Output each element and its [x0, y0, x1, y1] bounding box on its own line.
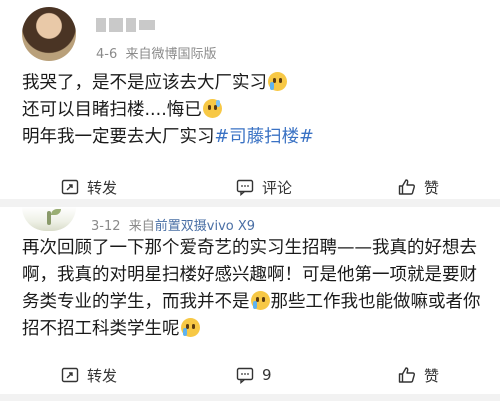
crying-face-emoji	[268, 72, 287, 91]
repost-label: 转发	[87, 366, 118, 385]
like-button[interactable]: 赞	[398, 360, 439, 390]
post-actions: 转发 9 赞	[0, 360, 500, 390]
crying-face-emoji	[250, 291, 270, 310]
content-line: 还可以目睹扫楼....悔已	[22, 97, 492, 124]
comment-icon	[236, 179, 254, 196]
post-source-prefix: 来自	[128, 219, 155, 234]
username-blurred[interactable]	[96, 14, 176, 32]
grinning-sweat-emoji	[202, 99, 222, 118]
repost-icon	[61, 179, 79, 195]
like-label: 赞	[424, 178, 440, 197]
repost-button[interactable]: 转发	[61, 360, 117, 390]
comment-icon	[236, 367, 254, 384]
post-date: 4-6	[96, 47, 118, 62]
repost-label: 转发	[87, 178, 118, 197]
weibo-post-2: 3-12 来自前置双摄vivo X9 再次回顾了一下那个爱奇艺的实习生招聘——我…	[0, 207, 500, 401]
like-button[interactable]: 赞	[398, 172, 439, 202]
content-line: 我哭了，是不是应该去大厂实习	[22, 70, 492, 97]
post-source[interactable]: 来自微博国际版	[126, 47, 217, 62]
like-label: 赞	[424, 366, 440, 385]
content-paragraph: 再次回顾了一下那个爱奇艺的实习生招聘——我真的好想去啊，我真的对明星扫楼好感兴趣…	[22, 238, 481, 339]
comment-count: 9	[262, 366, 272, 384]
thumbs-up-icon	[398, 179, 415, 195]
content-line: 明年我一定要去大厂实习#司藤扫楼#	[22, 127, 314, 147]
thumbs-up-icon	[398, 367, 415, 383]
post-date: 3-12	[91, 219, 121, 234]
post-divider	[0, 394, 500, 401]
weibo-post-1: 4-6 来自微博国际版 我哭了，是不是应该去大厂实习 还可以目睹扫楼....悔已…	[0, 0, 500, 207]
crying-face-emoji	[180, 318, 200, 337]
post-actions: 转发 评论 赞	[0, 172, 500, 202]
comment-label: 评论	[262, 178, 293, 197]
user-avatar[interactable]	[22, 207, 76, 231]
post-meta: 3-12 来自前置双摄vivo X9	[91, 215, 255, 234]
comment-button[interactable]: 评论	[236, 172, 292, 202]
post-content: 再次回顾了一下那个爱奇艺的实习生招聘——我真的好想去啊，我真的对明星扫楼好感兴趣…	[22, 235, 488, 343]
repost-button[interactable]: 转发	[61, 172, 117, 202]
post-source[interactable]: 前置双摄vivo X9	[155, 219, 255, 234]
post-content: 我哭了，是不是应该去大厂实习 还可以目睹扫楼....悔已 明年我一定要去大厂实习…	[22, 70, 492, 151]
topic-link[interactable]: #司藤扫楼#	[215, 127, 314, 147]
repost-icon	[61, 367, 79, 383]
post-divider	[0, 199, 500, 207]
comment-button[interactable]: 9	[236, 360, 272, 390]
user-avatar[interactable]	[22, 7, 76, 61]
post-meta: 4-6 来自微博国际版	[96, 43, 217, 62]
